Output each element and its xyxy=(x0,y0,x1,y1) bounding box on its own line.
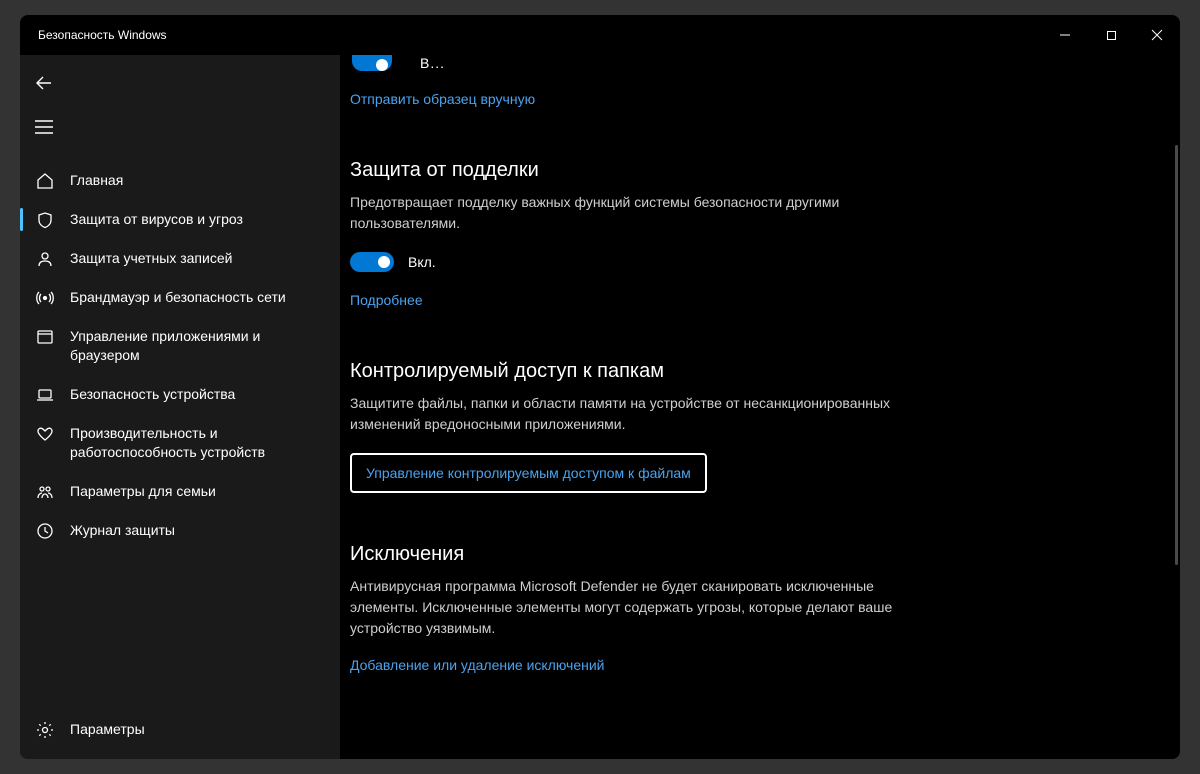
sidebar-item-settings[interactable]: Параметры xyxy=(20,710,340,749)
shield-icon xyxy=(34,211,56,229)
tamper-more-link[interactable]: Подробнее xyxy=(350,292,423,308)
antenna-icon xyxy=(34,289,56,307)
history-icon xyxy=(34,522,56,540)
maximize-button[interactable] xyxy=(1088,15,1134,55)
toggle-label: Вкл. xyxy=(408,254,436,270)
sidebar-item-perf[interactable]: Производительность и работоспособность у… xyxy=(20,414,340,472)
heart-icon xyxy=(34,425,56,443)
app-browser-icon xyxy=(34,328,56,346)
sidebar-item-account[interactable]: Защита учетных записей xyxy=(20,239,340,278)
cutoff-toggle-label: В... xyxy=(420,55,445,71)
sidebar-item-label: Журнал защиты xyxy=(70,521,175,540)
section-description: Антивирусная программа Microsoft Defende… xyxy=(350,576,910,639)
section-description: Предотвращает подделку важных функций си… xyxy=(350,192,910,234)
sidebar-item-label: Главная xyxy=(70,171,123,190)
gear-icon xyxy=(34,721,56,739)
close-button[interactable] xyxy=(1134,15,1180,55)
tamper-toggle-row: Вкл. xyxy=(350,252,910,272)
sidebar: Главная Защита от вирусов и угроз Защита… xyxy=(20,55,340,759)
tamper-toggle[interactable] xyxy=(350,252,394,272)
cfa-section: Контролируемый доступ к папкам Защитите … xyxy=(350,360,910,493)
section-description: Защитите файлы, папки и области памяти н… xyxy=(350,393,910,435)
sidebar-item-label: Производительность и работоспособность у… xyxy=(70,424,326,462)
exclusions-section: Исключения Антивирусная программа Micros… xyxy=(350,543,910,675)
body: Главная Защита от вирусов и угроз Защита… xyxy=(20,55,1180,759)
back-button[interactable] xyxy=(20,61,68,105)
sidebar-item-label: Параметры для семьи xyxy=(70,482,216,501)
content[interactable]: В... Отправить образец вручную Защита от… xyxy=(340,55,1180,759)
window-title: Безопасность Windows xyxy=(38,28,167,42)
titlebar: Безопасность Windows xyxy=(20,15,1180,55)
home-icon xyxy=(34,172,56,190)
family-icon xyxy=(34,483,56,501)
sidebar-item-label: Параметры xyxy=(70,720,145,739)
sidebar-list: Главная Защита от вирусов и угроз Защита… xyxy=(20,157,340,710)
account-icon xyxy=(34,250,56,268)
sidebar-item-label: Управление приложениями и браузером xyxy=(70,327,326,365)
cutoff-toggle[interactable] xyxy=(352,55,392,71)
sidebar-item-family[interactable]: Параметры для семьи xyxy=(20,472,340,511)
section-title: Защита от подделки xyxy=(350,159,910,182)
cfa-manage-link[interactable]: Управление контролируемым доступом к фай… xyxy=(350,453,707,493)
window: Безопасность Windows Главная xyxy=(20,15,1180,759)
laptop-icon xyxy=(34,386,56,404)
exclusions-add-link[interactable]: Добавление или удаление исключений xyxy=(350,657,605,673)
sidebar-item-label: Защита учетных записей xyxy=(70,249,232,268)
tamper-section: Защита от подделки Предотвращает подделк… xyxy=(350,159,910,310)
hamburger-button[interactable] xyxy=(20,105,68,149)
window-controls xyxy=(1042,15,1180,55)
minimize-button[interactable] xyxy=(1042,15,1088,55)
sidebar-item-device[interactable]: Безопасность устройства xyxy=(20,375,340,414)
submit-sample-link[interactable]: Отправить образец вручную xyxy=(350,91,535,107)
sidebar-item-history[interactable]: Журнал защиты xyxy=(20,511,340,550)
section-title: Контролируемый доступ к папкам xyxy=(350,360,910,383)
sidebar-item-virus[interactable]: Защита от вирусов и угроз xyxy=(20,200,340,239)
sidebar-item-label: Брандмауэр и безопасность сети xyxy=(70,288,286,307)
sidebar-item-appbrowser[interactable]: Управление приложениями и браузером xyxy=(20,317,340,375)
sidebar-item-firewall[interactable]: Брандмауэр и безопасность сети xyxy=(20,278,340,317)
sidebar-bottom: Параметры xyxy=(20,710,340,759)
section-title: Исключения xyxy=(350,543,910,566)
sidebar-item-label: Безопасность устройства xyxy=(70,385,235,404)
sidebar-top xyxy=(20,61,340,157)
cutoff-toggle-row: В... xyxy=(350,63,1140,79)
sidebar-item-home[interactable]: Главная xyxy=(20,161,340,200)
sidebar-item-label: Защита от вирусов и угроз xyxy=(70,210,243,229)
scrollbar[interactable] xyxy=(1175,145,1178,565)
